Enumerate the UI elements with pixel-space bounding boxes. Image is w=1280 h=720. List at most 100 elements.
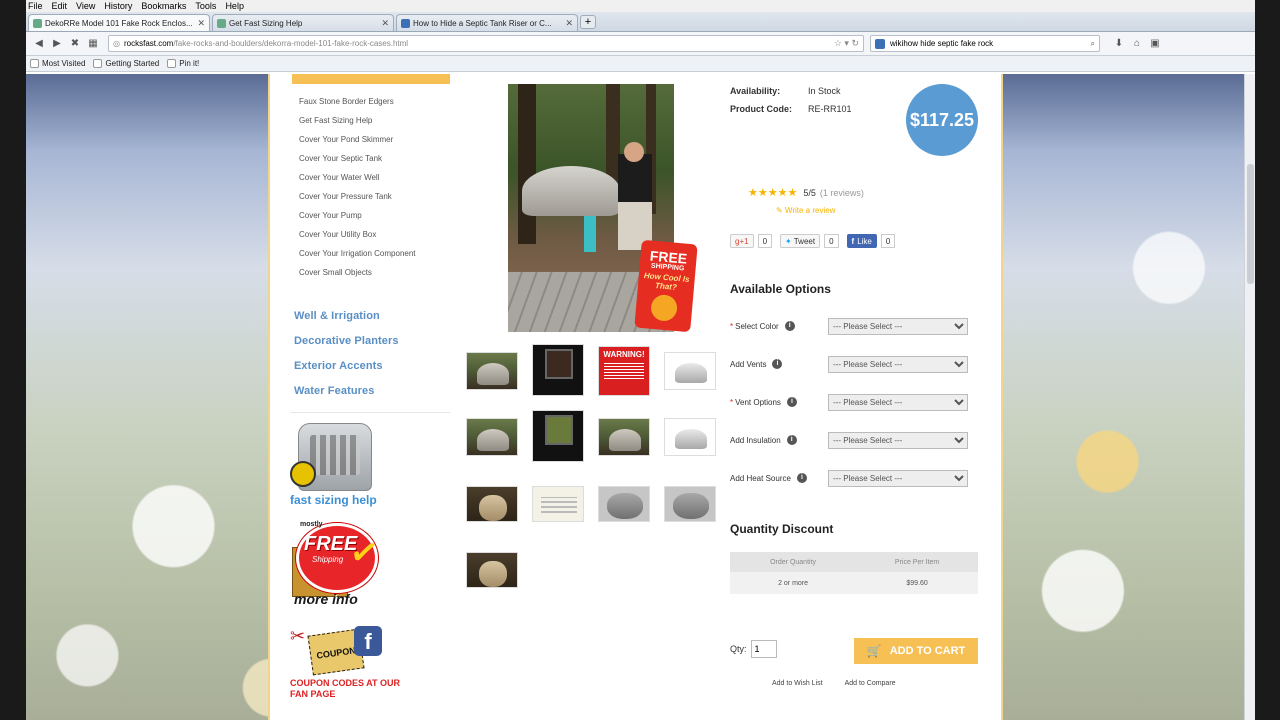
sidebar-category-accents[interactable]: Exterior Accents	[290, 354, 450, 379]
sidebar-subitem[interactable]: Cover Small Objects	[290, 263, 450, 282]
tab-dekorre[interactable]: DekoRRe Model 101 Fake Rock Enclos... ✕	[28, 14, 210, 31]
sidebar-subitem[interactable]: Faux Stone Border Edgers	[290, 92, 450, 111]
thumbnail-12[interactable]	[664, 486, 716, 522]
sidebar-category-water[interactable]: Water Features	[290, 379, 450, 404]
add-insulation-dropdown[interactable]: --- Please Select ---	[828, 431, 968, 449]
required-marker: *	[730, 321, 734, 331]
grid-icon[interactable]: ▦	[84, 38, 102, 49]
sidebar-subitem[interactable]: Cover Your Septic Tank	[290, 149, 450, 168]
info-icon[interactable]: i	[772, 359, 783, 369]
add-heat-source-dropdown[interactable]: --- Please Select ---	[828, 469, 968, 487]
sidebar-subitem[interactable]: Cover Your Water Well	[290, 168, 450, 187]
tweet-button[interactable]: ✦ Tweet	[780, 234, 821, 248]
info-icon[interactable]: i	[784, 321, 795, 331]
option-label: * Select Color i	[730, 321, 828, 331]
sidebar-subitem[interactable]: Get Fast Sizing Help	[290, 111, 450, 130]
menu-bookmarks[interactable]: Bookmarks	[141, 1, 186, 11]
thumbnail-4[interactable]	[664, 352, 716, 390]
add-to-wishlist-link[interactable]: Add to Wish List	[772, 680, 823, 687]
add-to-cart-button[interactable]: 🛒 ADD TO CART	[854, 638, 978, 664]
back-icon[interactable]: ◀	[30, 38, 48, 49]
dark-box	[545, 415, 573, 445]
menu-file[interactable]: File	[28, 1, 43, 11]
product-details: Availability: In Stock Product Code: RE-…	[730, 74, 1000, 687]
download-icon[interactable]: ⬇	[1110, 38, 1128, 49]
product-code-value: RE-RR101	[808, 104, 852, 114]
menu-edit[interactable]: Edit	[52, 1, 68, 11]
tab-sizing-help[interactable]: Get Fast Sizing Help ✕	[212, 14, 394, 31]
thumbnail-8[interactable]	[664, 418, 716, 456]
sidebar-category-planters[interactable]: Decorative Planters	[290, 329, 450, 354]
thumbnail-10[interactable]	[532, 486, 584, 522]
option-label: * Vent Options i	[730, 397, 828, 407]
coupon-text: COUPON CODES AT OUR FAN PAGE	[290, 678, 401, 699]
rating-value: 5/5	[803, 187, 816, 198]
sidebar-subitem[interactable]: Cover Your Pump	[290, 206, 450, 225]
close-tab-icon[interactable]: ✕	[565, 18, 573, 29]
thumbnail-7[interactable]	[598, 418, 650, 456]
menu-tools[interactable]: Tools	[195, 1, 216, 11]
bookmark-star-icon[interactable]: ☆ ▾ ↻	[834, 38, 863, 49]
menu-history[interactable]: History	[104, 1, 132, 11]
bookmark-pin-it[interactable]: Pin it!	[167, 59, 199, 68]
free-shipping-banner[interactable]: mostly FREE Shipping ✓ more info	[290, 517, 390, 612]
select-color-dropdown[interactable]: --- Please Select ---	[828, 317, 968, 335]
home-icon[interactable]: ⌂	[1128, 38, 1146, 49]
bookmark-most-visited[interactable]: Most Visited	[30, 59, 85, 68]
fast-sizing-help-banner[interactable]: fast sizing help	[290, 423, 390, 511]
vent-options-dropdown[interactable]: --- Please Select ---	[828, 393, 968, 411]
write-review-link[interactable]: ✎ Write a review	[776, 206, 835, 215]
option-label: Add Insulation i	[730, 435, 828, 445]
freeship-sub: Shipping	[312, 555, 344, 564]
add-to-compare-link[interactable]: Add to Compare	[845, 680, 896, 687]
thumbnail-11[interactable]	[598, 486, 650, 522]
site-favicon-icon	[217, 18, 226, 28]
menu-icon[interactable]: ▣	[1146, 38, 1164, 49]
address-bar[interactable]: ◎ rocksfast.com /fake-rocks-and-boulders…	[108, 35, 864, 52]
option-add-heat-source: Add Heat Source i --- Please Select ---	[730, 468, 980, 488]
search-box[interactable]: wikihow hide septic fake rock ⌕	[870, 35, 1100, 52]
thumbnail-6[interactable]	[532, 410, 584, 462]
forward-icon[interactable]: ▶	[48, 38, 66, 49]
bookmark-getting-started[interactable]: Getting Started	[93, 59, 159, 68]
sidebar-subitem[interactable]: Cover Your Irrigation Component	[290, 244, 450, 263]
review-count[interactable]: (1 reviews)	[820, 188, 864, 198]
add-vents-dropdown[interactable]: --- Please Select ---	[828, 355, 968, 373]
sidebar-subitem[interactable]: Cover Your Utility Box	[290, 225, 450, 244]
info-icon[interactable]: i	[796, 473, 807, 483]
coupon-banner[interactable]: ✂ COUPON f COUPON CODES AT OUR FAN PAGE	[290, 622, 400, 712]
search-icon[interactable]: ⌕	[1091, 39, 1099, 49]
quantity-input[interactable]	[750, 640, 777, 658]
sidebar-subitem[interactable]: Cover Your Pressure Tank	[290, 187, 450, 206]
facebook-icon: f	[851, 236, 855, 246]
google-plus-button[interactable]: g+1	[730, 234, 754, 248]
divider	[290, 412, 450, 413]
stop-icon[interactable]: ✖	[66, 38, 84, 49]
sidebar-category-well[interactable]: Well & Irrigation	[290, 304, 450, 329]
sidebar-subitem[interactable]: Cover Your Pond Skimmer	[290, 130, 450, 149]
thumbnail-9[interactable]	[466, 486, 518, 522]
thumbnail-2[interactable]	[532, 344, 584, 396]
info-icon[interactable]: i	[786, 435, 797, 445]
url-host: rocksfast.com	[123, 39, 174, 48]
search-input[interactable]: wikihow hide septic fake rock	[890, 39, 993, 48]
tab-wikihow[interactable]: How to Hide a Septic Tank Riser or C... …	[396, 14, 578, 31]
required-marker: *	[730, 397, 734, 407]
new-tab-button[interactable]: +	[580, 15, 596, 29]
close-tab-icon[interactable]: ✕	[197, 18, 205, 29]
option-label-text: Select Color	[735, 321, 779, 331]
menu-view[interactable]: View	[76, 1, 95, 11]
search-engine-icon[interactable]	[875, 38, 885, 49]
info-icon[interactable]: i	[786, 397, 797, 407]
vertical-scrollbar[interactable]	[1244, 74, 1255, 720]
option-add-insulation: Add Insulation i --- Please Select ---	[730, 430, 980, 450]
scrollbar-thumb[interactable]	[1247, 164, 1254, 284]
menu-help[interactable]: Help	[225, 1, 244, 11]
thumbnail-warning[interactable]: WARNING!	[598, 346, 650, 396]
close-tab-icon[interactable]: ✕	[381, 18, 389, 29]
thumbnail-13[interactable]	[466, 552, 518, 588]
facebook-like-button[interactable]: f Like	[846, 234, 877, 248]
browser-window: File Edit View History Bookmarks Tools H…	[26, 0, 1255, 720]
thumbnail-1[interactable]	[466, 352, 518, 390]
thumbnail-5[interactable]	[466, 418, 518, 456]
